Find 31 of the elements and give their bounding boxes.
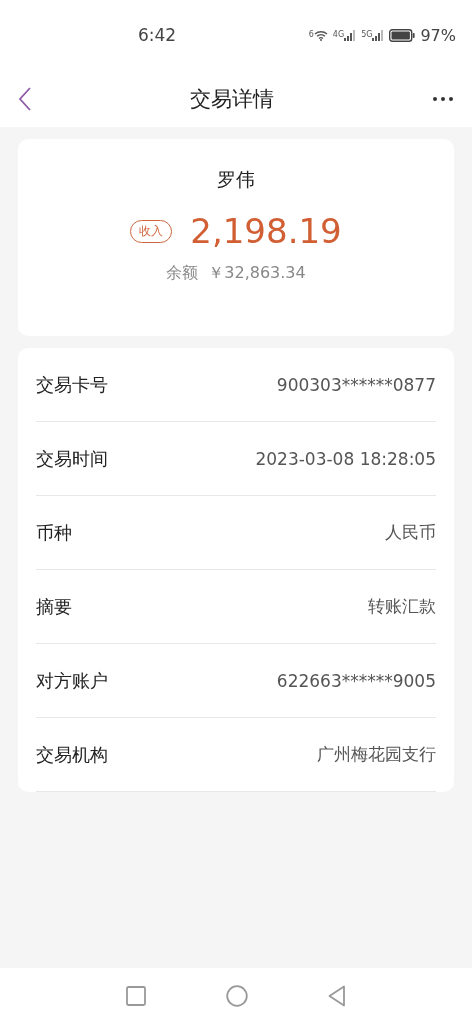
detail-label: 交易卡号 [36,372,108,397]
signal-icon [344,29,357,41]
status-time: 6:42 [138,25,177,45]
detail-value: 广州梅花园支行 [317,743,436,766]
detail-label: 对方账户 [36,668,108,693]
back-icon[interactable] [18,85,32,112]
battery-percent: 97% [420,25,456,45]
more-icon[interactable] [432,95,454,102]
wifi-icon [313,29,328,41]
network-label: 4G [332,29,345,39]
signal-icon [372,29,385,41]
balance-label: 余额 [166,263,199,284]
detail-value: 转账汇款 [368,595,436,618]
battery-icon [389,28,416,42]
network-label: 5G [361,29,373,39]
balance-value: ￥32,863.34 [208,263,306,284]
payer-name: 罗伟 [217,167,255,192]
detail-value: 622663******9005 [276,670,436,691]
detail-label: 摘要 [36,594,72,619]
detail-label: 币种 [36,520,72,545]
back-nav-icon[interactable] [328,985,346,1007]
detail-label: 交易时间 [36,446,108,471]
detail-value: 900303******0877 [276,374,436,395]
wifi-label: 6 [308,29,314,39]
recent-apps-icon[interactable] [126,986,146,1006]
page-title: 交易详情 [190,85,274,113]
amount: 2,198.19 [190,211,342,251]
home-icon[interactable] [226,985,248,1007]
detail-value: 人民币 [385,521,436,544]
detail-value: 2023-03-08 18:28:05 [255,448,436,469]
detail-label: 交易机构 [36,742,108,767]
